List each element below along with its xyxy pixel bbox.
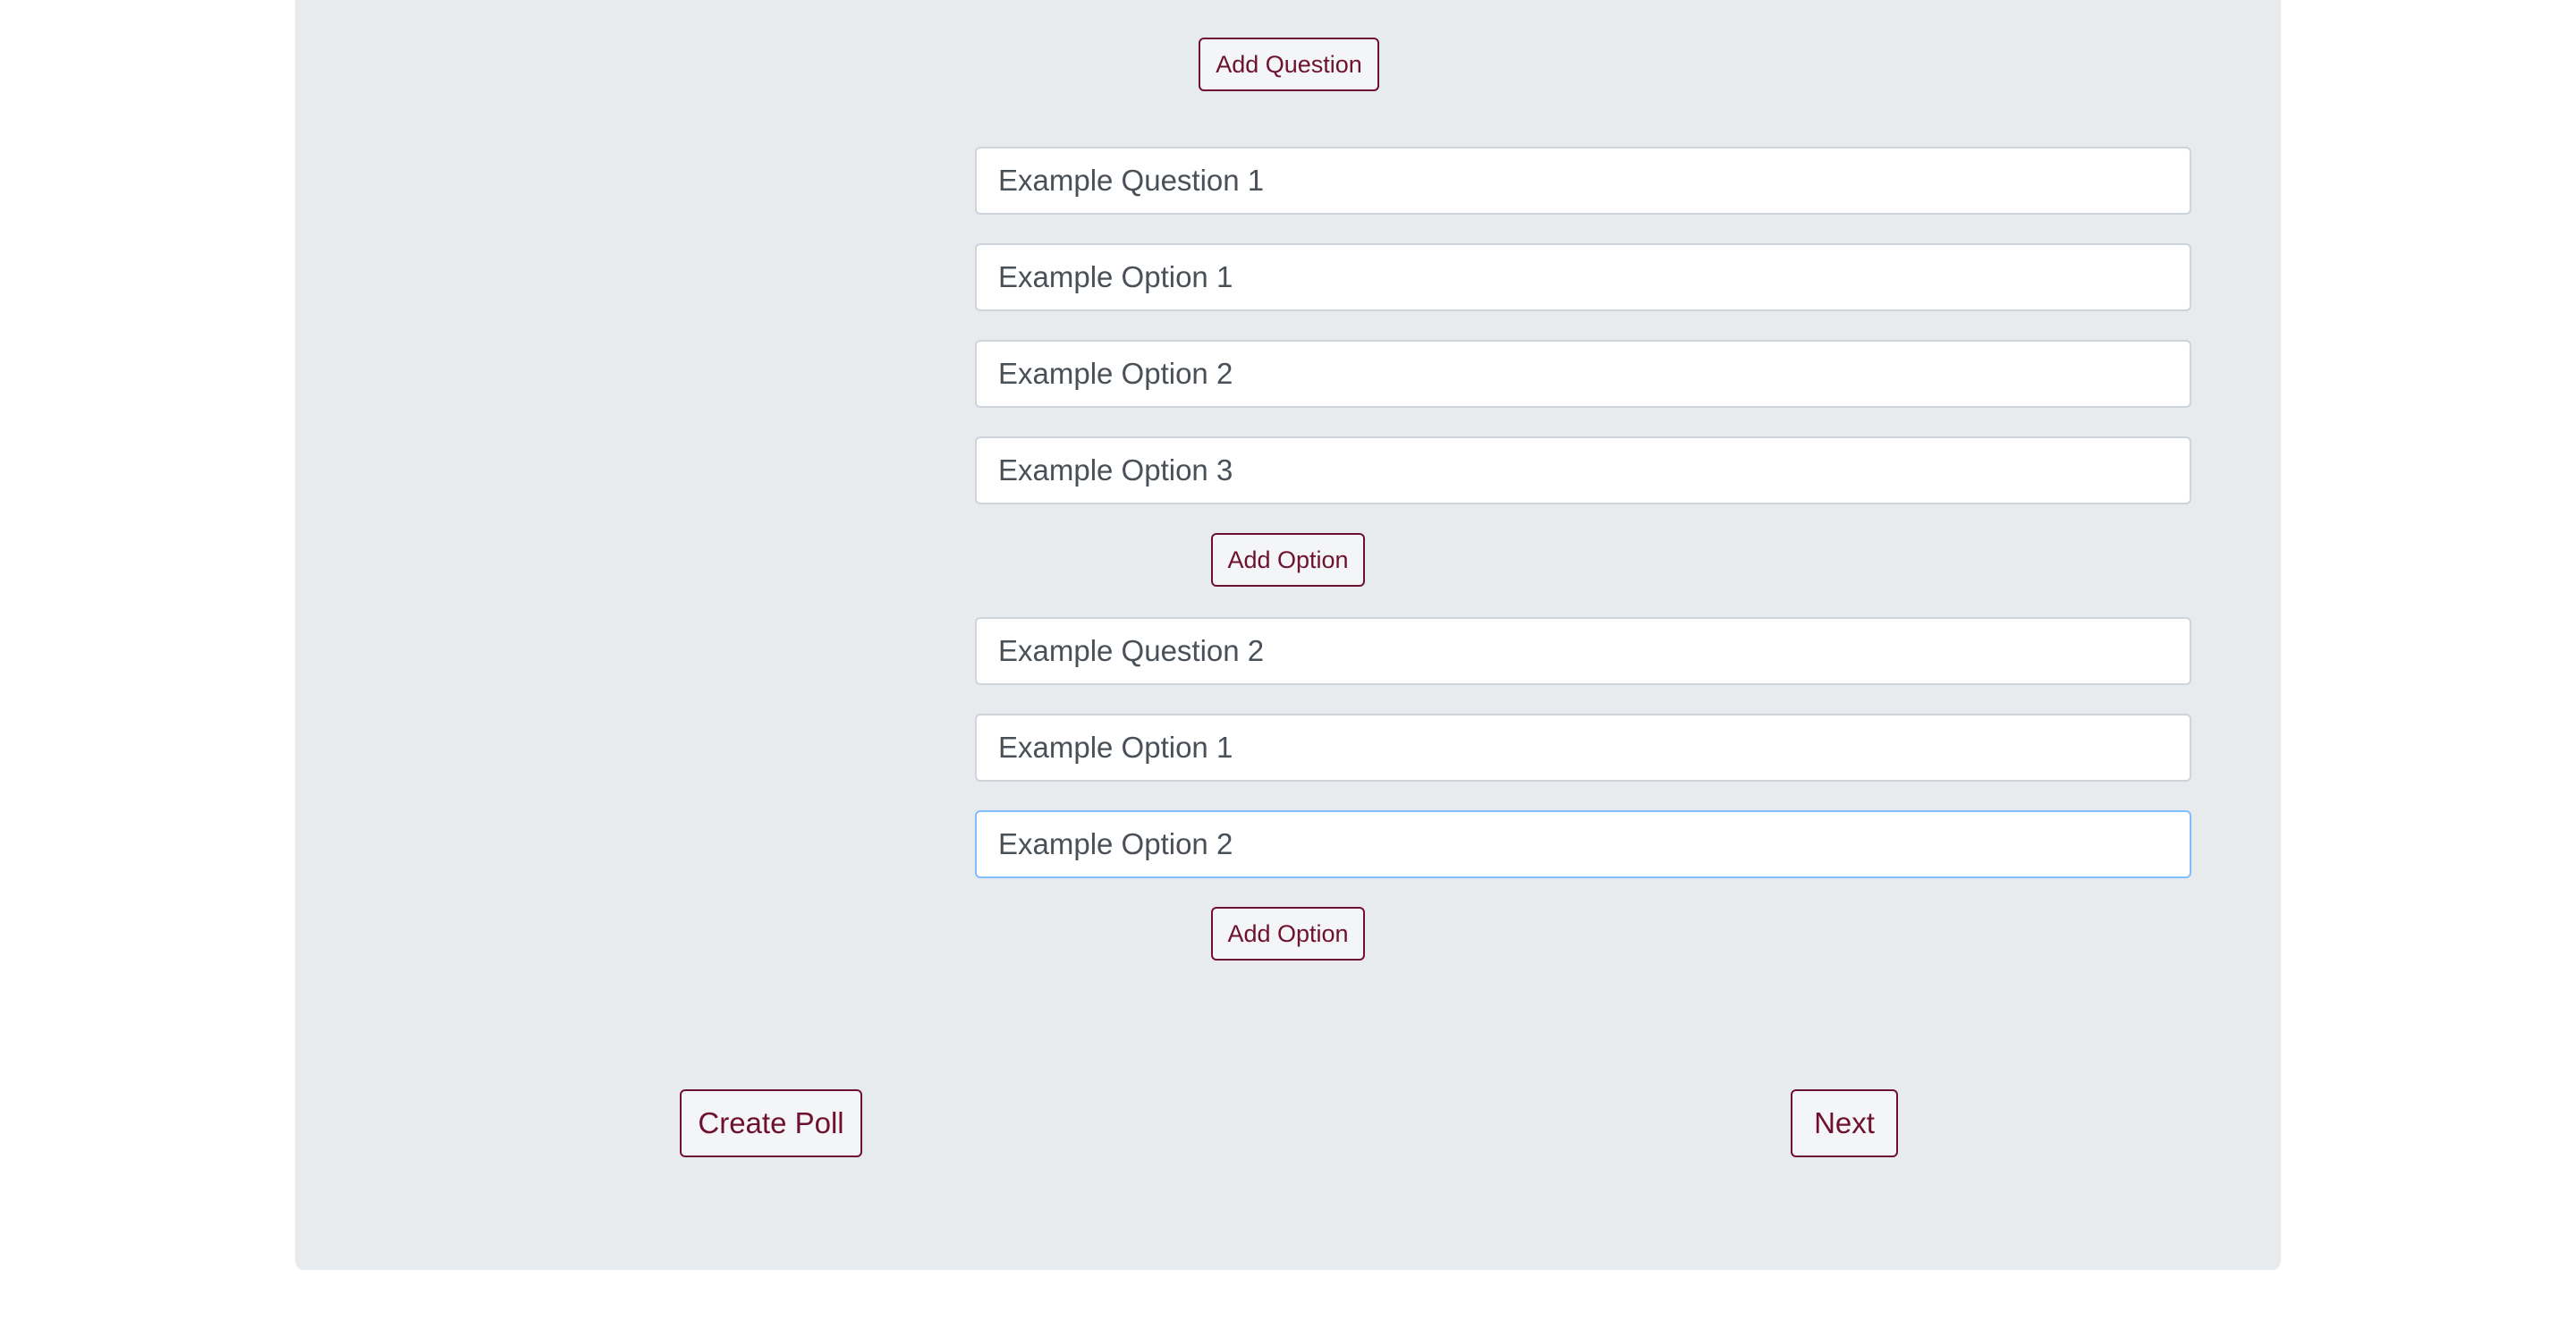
next-button[interactable]: Next (1791, 1089, 1898, 1157)
question-2-add-option-button[interactable]: Add Option (1211, 907, 1365, 961)
question-2-option-1-input[interactable] (975, 714, 2191, 782)
page: Add Question Add Option Add Option Creat… (0, 0, 2576, 1329)
question-2-input[interactable] (975, 617, 2191, 685)
question-1-input[interactable] (975, 147, 2191, 215)
question-1-option-1-input[interactable] (975, 243, 2191, 311)
create-poll-button[interactable]: Create Poll (680, 1089, 862, 1157)
poll-form-panel: Add Question Add Option Add Option Creat… (295, 0, 2281, 1270)
question-1-add-option-button[interactable]: Add Option (1211, 533, 1365, 587)
question-2-option-2-input[interactable] (975, 810, 2191, 878)
question-1-option-2-input[interactable] (975, 340, 2191, 408)
question-1-option-3-input[interactable] (975, 436, 2191, 504)
add-question-button[interactable]: Add Question (1199, 38, 1379, 91)
